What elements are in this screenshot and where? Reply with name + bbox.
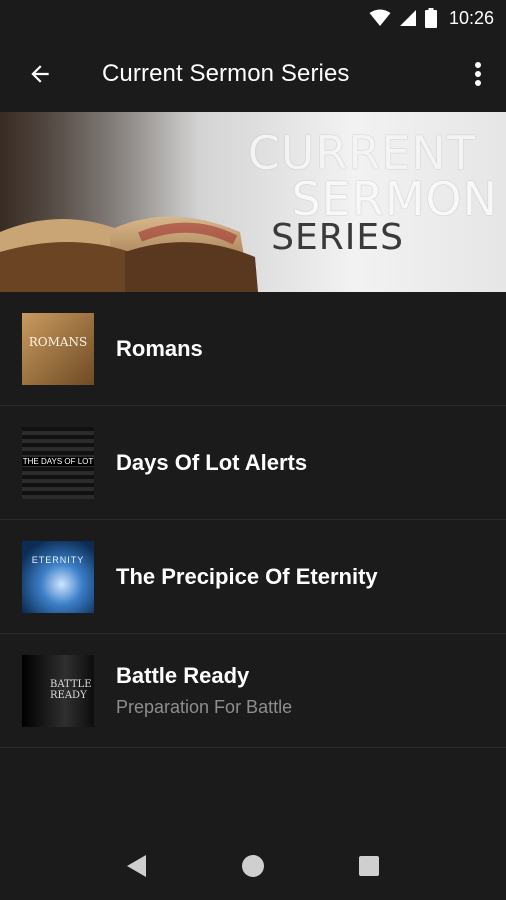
wifi-icon bbox=[369, 9, 391, 26]
series-thumbnail: ROMANS bbox=[22, 312, 94, 385]
series-thumbnail: THE DAYS OF LOT bbox=[22, 426, 94, 499]
series-subtitle: Preparation For Battle bbox=[116, 697, 293, 717]
series-thumbnail: ETERNITY bbox=[22, 540, 94, 613]
thumbnail-text: THE DAYS OF LOT bbox=[22, 456, 94, 466]
banner-line-1: CURRENT bbox=[247, 126, 476, 180]
back-button[interactable] bbox=[0, 36, 80, 112]
battery-icon bbox=[424, 8, 437, 28]
system-nav-bar bbox=[0, 832, 506, 900]
back-triangle-icon[interactable] bbox=[126, 854, 148, 878]
clock: 10:26 bbox=[448, 7, 494, 28]
banner-line-3: SERIES bbox=[271, 217, 404, 258]
arrow-back-icon bbox=[31, 65, 49, 83]
more-vert-icon bbox=[475, 62, 481, 86]
list-item[interactable]: ROMANS Romans bbox=[0, 292, 506, 406]
thumbnail-text: ETERNITY bbox=[31, 554, 85, 565]
series-title: Romans bbox=[116, 335, 203, 361]
thumbnail-text: ROMANS bbox=[28, 334, 88, 349]
banner-line-2: SERMON bbox=[291, 172, 498, 226]
series-title: Days Of Lot Alerts bbox=[116, 449, 308, 475]
series-banner: CURRENT SERMON SERIES bbox=[0, 112, 506, 292]
list-item[interactable]: THE DAYS OF LOT Days Of Lot Alerts bbox=[0, 406, 506, 520]
series-title: The Precipice Of Eternity bbox=[116, 563, 378, 589]
series-thumbnail: BATTLE READY bbox=[22, 654, 94, 727]
list-item[interactable]: BATTLE READY Battle Ready Preparation Fo… bbox=[0, 634, 506, 748]
overflow-menu-button[interactable] bbox=[450, 36, 506, 112]
thumbnail-text: BATTLE READY bbox=[50, 678, 92, 701]
status-bar: 10:26 bbox=[0, 0, 506, 36]
series-title: Battle Ready bbox=[116, 663, 250, 688]
list-item[interactable]: ETERNITY The Precipice Of Eternity bbox=[0, 520, 506, 634]
home-circle-icon[interactable] bbox=[241, 854, 265, 878]
recents-square-icon[interactable] bbox=[358, 855, 380, 877]
page-title: Current Sermon Series bbox=[102, 60, 350, 87]
signal-icon bbox=[399, 10, 416, 26]
app-bar: Current Sermon Series bbox=[0, 36, 506, 112]
series-list: ROMANS Romans THE DAYS OF LOT Days Of Lo… bbox=[0, 292, 506, 748]
